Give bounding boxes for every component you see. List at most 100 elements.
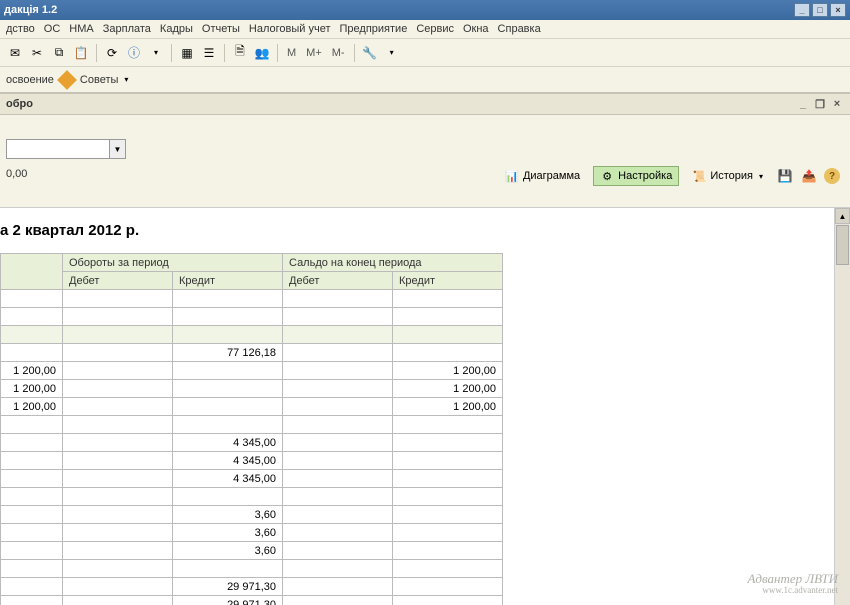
table-row[interactable]: 29 971,30	[1, 578, 503, 596]
table-cell	[283, 344, 393, 362]
scissors-icon[interactable]: ✂	[28, 44, 46, 62]
doc-icon[interactable]: 🗎	[231, 44, 249, 62]
table-cell	[393, 308, 503, 326]
table-icon[interactable]: ▦	[178, 44, 196, 62]
dropdown-icon[interactable]: ▾	[383, 44, 401, 62]
refresh-icon[interactable]: ⟳	[103, 44, 121, 62]
table-row[interactable]	[1, 416, 503, 434]
sub-close-button[interactable]: ×	[830, 97, 844, 111]
table-cell	[1, 344, 63, 362]
memory-mplus[interactable]: M+	[303, 47, 325, 59]
table-row[interactable]	[1, 308, 503, 326]
chevron-down-icon[interactable]: ▾	[759, 172, 763, 181]
filter-combobox[interactable]: ▼	[6, 139, 126, 159]
menu-item[interactable]: Справка	[498, 23, 541, 35]
table-row[interactable]: 29 971,30	[1, 596, 503, 605]
save-icon[interactable]: 💾	[776, 167, 794, 185]
table-cell: 4 345,00	[173, 434, 283, 452]
users-icon[interactable]: 👥	[253, 44, 271, 62]
mail-icon[interactable]: ✉	[6, 44, 24, 62]
table-row[interactable]: 3,60	[1, 524, 503, 542]
maximize-button[interactable]: □	[812, 3, 828, 17]
table-cell: 1 200,00	[393, 380, 503, 398]
settings-button[interactable]: ⚙ Настройка	[593, 166, 679, 186]
dropdown-icon[interactable]: ▾	[124, 75, 128, 84]
menu-item[interactable]: Кадры	[160, 23, 193, 35]
table-cell	[63, 398, 173, 416]
osvoenie-label[interactable]: освоение	[6, 74, 54, 86]
diagram-button[interactable]: 📊 Диаграмма	[498, 166, 587, 186]
info-icon[interactable]: ⓘ	[125, 44, 143, 62]
menu-item[interactable]: Зарплата	[103, 23, 151, 35]
sub-minimize-button[interactable]: _	[796, 97, 810, 111]
table-header-debit: Дебет	[63, 272, 173, 290]
menu-item[interactable]: НМА	[69, 23, 93, 35]
table-row[interactable]: 4 345,00	[1, 434, 503, 452]
table-row[interactable]: 3,60	[1, 542, 503, 560]
table-row[interactable]: 1 200,001 200,00	[1, 380, 503, 398]
scroll-thumb[interactable]	[836, 225, 849, 265]
table-cell	[283, 542, 393, 560]
menu-item[interactable]: дство	[6, 23, 35, 35]
table-row[interactable]: 3,60	[1, 506, 503, 524]
table-cell: 29 971,30	[173, 578, 283, 596]
subwindow-title: обро	[6, 98, 793, 110]
table-cell: 1 200,00	[1, 398, 63, 416]
diagram-label: Диаграмма	[523, 170, 580, 182]
table-row[interactable]: 4 345,00	[1, 452, 503, 470]
table-cell	[63, 470, 173, 488]
table-row[interactable]: 77 126,18	[1, 344, 503, 362]
table-cell	[63, 344, 173, 362]
toolbar-sep	[171, 44, 172, 62]
table-row[interactable]: 1 200,001 200,00	[1, 362, 503, 380]
table-cell	[393, 560, 503, 578]
menu-item[interactable]: Окна	[463, 23, 489, 35]
table-header	[1, 254, 63, 290]
menu-item[interactable]: Налоговый учет	[249, 23, 331, 35]
table-cell	[63, 578, 173, 596]
memory-mminus[interactable]: M-	[329, 47, 348, 59]
table-cell	[1, 308, 63, 326]
table-cell	[393, 488, 503, 506]
table-cell	[283, 578, 393, 596]
list-icon[interactable]: ☰	[200, 44, 218, 62]
export-icon[interactable]: 📤	[800, 167, 818, 185]
menu-item[interactable]: Предприятие	[340, 23, 408, 35]
table-cell	[393, 452, 503, 470]
window-titlebar: дакція 1.2 _ □ ×	[0, 0, 850, 20]
scroll-up-icon[interactable]: ▲	[835, 208, 850, 224]
table-cell	[173, 416, 283, 434]
table-row[interactable]	[1, 326, 503, 344]
menu-item[interactable]: Отчеты	[202, 23, 240, 35]
menu-item[interactable]: ОС	[44, 23, 61, 35]
dropdown-icon[interactable]: ▾	[147, 44, 165, 62]
table-row[interactable]: 1 200,001 200,00	[1, 398, 503, 416]
table-row[interactable]	[1, 560, 503, 578]
close-button[interactable]: ×	[830, 3, 846, 17]
table-cell	[1, 524, 63, 542]
table-cell	[1, 542, 63, 560]
table-cell	[63, 326, 173, 344]
table-cell: 3,60	[173, 506, 283, 524]
minimize-button[interactable]: _	[794, 3, 810, 17]
toolbar-sep	[224, 44, 225, 62]
sub-maximize-button[interactable]: ❐	[813, 97, 827, 111]
table-cell	[283, 470, 393, 488]
help-icon[interactable]: ?	[824, 168, 840, 184]
menu-item[interactable]: Сервис	[416, 23, 454, 35]
memory-m[interactable]: M	[284, 47, 299, 59]
table-row[interactable]	[1, 290, 503, 308]
copy-icon[interactable]: ⧉	[50, 44, 68, 62]
table-row[interactable]	[1, 488, 503, 506]
table-cell	[1, 506, 63, 524]
vertical-scrollbar[interactable]: ▲	[834, 208, 850, 605]
wrench-icon[interactable]: 🔧	[361, 44, 379, 62]
history-button[interactable]: 📜 История ▾	[685, 166, 770, 186]
table-cell	[63, 380, 173, 398]
table-cell	[283, 524, 393, 542]
paste-icon[interactable]: 📋	[72, 44, 90, 62]
sovety-button[interactable]: Советы	[80, 74, 118, 86]
chevron-down-icon[interactable]: ▼	[109, 140, 125, 158]
table-row[interactable]: 4 345,00	[1, 470, 503, 488]
table-cell	[173, 362, 283, 380]
